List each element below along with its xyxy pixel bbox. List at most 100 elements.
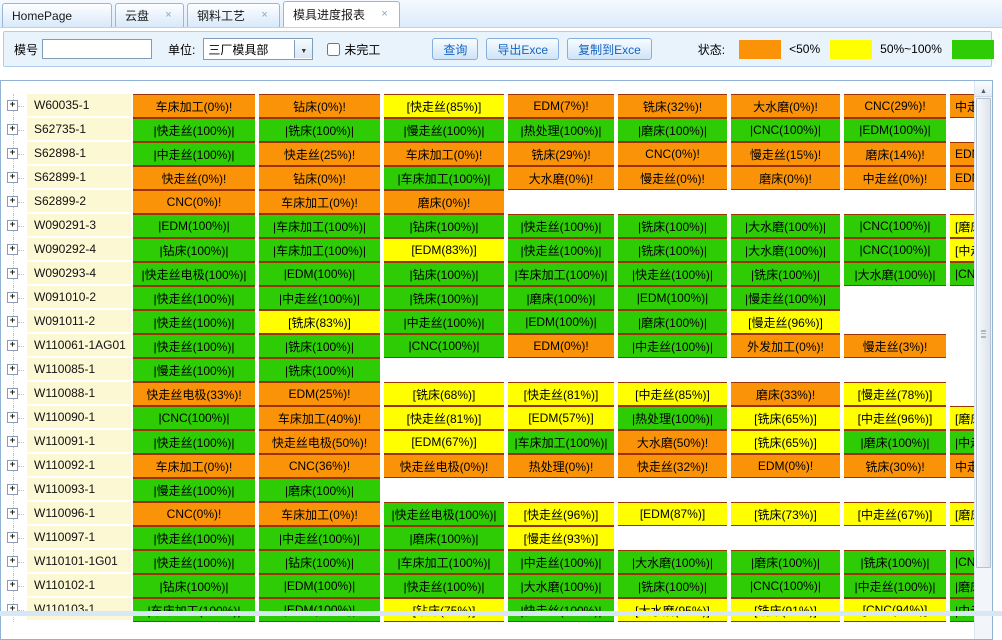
tab-0[interactable]: HomePage xyxy=(2,3,112,27)
grid-cell xyxy=(506,190,616,214)
row-id: W110096-1 xyxy=(27,502,131,526)
expand-icon[interactable] xyxy=(7,196,18,207)
tab-2[interactable]: 钢料工艺 xyxy=(187,3,280,27)
status-range-label: <50% xyxy=(789,42,820,56)
scroll-up-icon[interactable] xyxy=(975,81,992,97)
unfinished-label: 未完工 xyxy=(344,41,380,58)
table-row[interactable]: W110061-1AG01|快走丝(100%)||铣床(100%)||CNC(1… xyxy=(1,334,975,358)
progress-cell: [铣床(91%)] xyxy=(731,598,840,622)
expand-icon[interactable] xyxy=(7,268,18,279)
table-row[interactable]: W110085-1|慢走丝(100%)||铣床(100%)| xyxy=(1,358,975,382)
progress-cell: 车床加工(0%)! xyxy=(259,190,380,214)
progress-cell: 快走丝(32%)! xyxy=(618,454,727,478)
progress-cell: |铣床(100%)| xyxy=(731,262,840,286)
unfinished-checkbox[interactable] xyxy=(327,43,340,56)
grid-cell: [铣床(65%)] xyxy=(729,406,842,430)
table-row[interactable]: S62898-1|中走丝(100%)|快走丝(25%)!车床加工(0%)!铣床(… xyxy=(1,142,975,166)
grid-cell: 大水磨(0%)! xyxy=(729,94,842,118)
grid-cell: [EDM(57%)] xyxy=(506,406,616,430)
expand-icon[interactable] xyxy=(7,364,18,375)
table-row[interactable]: S62899-1快走丝(0%)!钻床(0%)!|车床加工(100%)|大水磨(0… xyxy=(1,166,975,190)
mold-no-label: 模号 xyxy=(14,41,38,58)
progress-cell: [慢走丝(96%)] xyxy=(731,310,840,334)
table-row[interactable]: W110096-1CNC(0%)!车床加工(0%)!|快走丝电极(100%)|[… xyxy=(1,502,975,526)
grid-cell: |中走丝(100%)| xyxy=(257,526,382,550)
vertical-scrollbar[interactable] xyxy=(974,81,992,639)
expand-icon[interactable] xyxy=(7,412,18,423)
table-row[interactable]: W091010-2|快走丝(100%)||中走丝(100%)||铣床(100%)… xyxy=(1,286,975,310)
expand-cell xyxy=(1,310,27,334)
progress-cell: |车床加工(100%)| xyxy=(259,214,380,238)
grid-cell: |铣床(100%)| xyxy=(842,550,948,574)
expand-icon[interactable] xyxy=(7,220,18,231)
expand-cell xyxy=(1,334,27,358)
progress-report-panel: W60035-1车床加工(0%)!钻床(0%)![快走丝(85%)]EDM(7%… xyxy=(0,80,993,640)
tab-close-icon[interactable] xyxy=(259,10,270,21)
expand-icon[interactable] xyxy=(7,124,18,135)
expand-icon[interactable] xyxy=(7,172,18,183)
tab-close-icon[interactable] xyxy=(379,9,390,20)
table-row[interactable]: W110103-1|车床加工(100%)||EDM(100%)|[钻床(75%)… xyxy=(1,598,975,622)
table-row[interactable]: W110097-1|快走丝(100%)||中走丝(100%)||磨床(100%)… xyxy=(1,526,975,550)
progress-cell: [磨床 xyxy=(950,502,975,526)
expand-icon[interactable] xyxy=(7,292,18,303)
mold-no-input[interactable] xyxy=(42,39,152,59)
grid-cell: 车床加工(0%)! xyxy=(257,190,382,214)
expand-icon[interactable] xyxy=(7,244,18,255)
query-button[interactable]: 查询 xyxy=(432,38,478,60)
unit-select[interactable]: 三厂模具部 xyxy=(203,38,313,60)
table-row[interactable]: W110091-1|快走丝(100%)|快走丝电极(50%)![EDM(67%)… xyxy=(1,430,975,454)
expand-icon[interactable] xyxy=(7,100,18,111)
table-row[interactable]: W110093-1|慢走丝(100%)||磨床(100%)| xyxy=(1,478,975,502)
grid-cell xyxy=(382,478,506,502)
row-id: S62735-1 xyxy=(27,118,131,142)
grid-cell xyxy=(948,286,975,310)
copy-excel-button[interactable]: 复制到Exce xyxy=(567,38,652,60)
grid-cell xyxy=(842,310,948,334)
table-row[interactable]: W110102-1|钻床(100%)||EDM(100%)||快走丝(100%)… xyxy=(1,574,975,598)
export-excel-button[interactable]: 导出Exce xyxy=(486,38,559,60)
expand-icon[interactable] xyxy=(7,148,18,159)
expand-icon[interactable] xyxy=(7,484,18,495)
progress-cell: |CNC( xyxy=(950,262,975,286)
table-row[interactable]: W110101-1G01|快走丝(100%)||钻床(100%)||车床加工(1… xyxy=(1,550,975,574)
grid-cell: 磨床(0%)! xyxy=(729,166,842,190)
expand-cell xyxy=(1,214,27,238)
chevron-down-icon[interactable] xyxy=(294,40,312,58)
status-label: 状态: xyxy=(698,41,725,58)
progress-cell: |磨床(100%)| xyxy=(508,286,614,310)
tab-3[interactable]: 模具进度报表 xyxy=(283,1,400,27)
grid-cell: |磨床(100%)| xyxy=(616,118,729,142)
table-row[interactable]: W110088-1快走丝电极(33%)!EDM(25%)![铣床(68%)][快… xyxy=(1,382,975,406)
expand-icon[interactable] xyxy=(7,388,18,399)
progress-cell: |车床加工(100%)| xyxy=(508,262,614,286)
table-row[interactable]: W60035-1车床加工(0%)!钻床(0%)![快走丝(85%)]EDM(7%… xyxy=(1,94,975,118)
expand-icon[interactable] xyxy=(7,580,18,591)
row-id: W110103-1 xyxy=(27,598,131,622)
tab-1[interactable]: 云盘 xyxy=(115,3,184,27)
expand-icon[interactable] xyxy=(7,508,18,519)
expand-icon[interactable] xyxy=(7,460,18,471)
expand-icon[interactable] xyxy=(7,436,18,447)
table-row[interactable]: W091011-2|快走丝(100%)|[铣床(83%)]|中走丝(100%)|… xyxy=(1,310,975,334)
expand-icon[interactable] xyxy=(7,340,18,351)
grid-cell: |快走丝(100%)| xyxy=(506,598,616,622)
table-row[interactable]: W090292-4|钻床(100%)||车床加工(100%)|[EDM(83%)… xyxy=(1,238,975,262)
scrollbar-thumb[interactable] xyxy=(976,98,991,568)
row-id: W110061-1AG01 xyxy=(27,334,131,358)
table-row[interactable]: S62899-2CNC(0%)!车床加工(0%)!磨床(0%)! xyxy=(1,190,975,214)
expand-icon[interactable] xyxy=(7,556,18,567)
table-row[interactable]: W090291-3|EDM(100%)||车床加工(100%)||钻床(100%… xyxy=(1,214,975,238)
progress-cell: |中走丝(100%)| xyxy=(508,550,614,574)
table-row[interactable]: S62735-1|快走丝(100%)||铣床(100%)||慢走丝(100%)|… xyxy=(1,118,975,142)
grid-cell: |磨床(100%)| xyxy=(729,550,842,574)
grid-cell xyxy=(948,478,975,502)
progress-cell: |CNC(100%)| xyxy=(844,238,946,262)
expand-icon[interactable] xyxy=(7,532,18,543)
expand-icon[interactable] xyxy=(7,316,18,327)
table-row[interactable]: W110090-1|CNC(100%)|车床加工(40%)![快走丝(81%)]… xyxy=(1,406,975,430)
table-row[interactable]: W110092-1车床加工(0%)!CNC(36%)!快走丝电极(0%)!热处理… xyxy=(1,454,975,478)
grid-cell: |铣床(100%)| xyxy=(257,118,382,142)
tab-close-icon[interactable] xyxy=(163,10,174,21)
table-row[interactable]: W090293-4|快走丝电极(100%)||EDM(100%)||钻床(100… xyxy=(1,262,975,286)
